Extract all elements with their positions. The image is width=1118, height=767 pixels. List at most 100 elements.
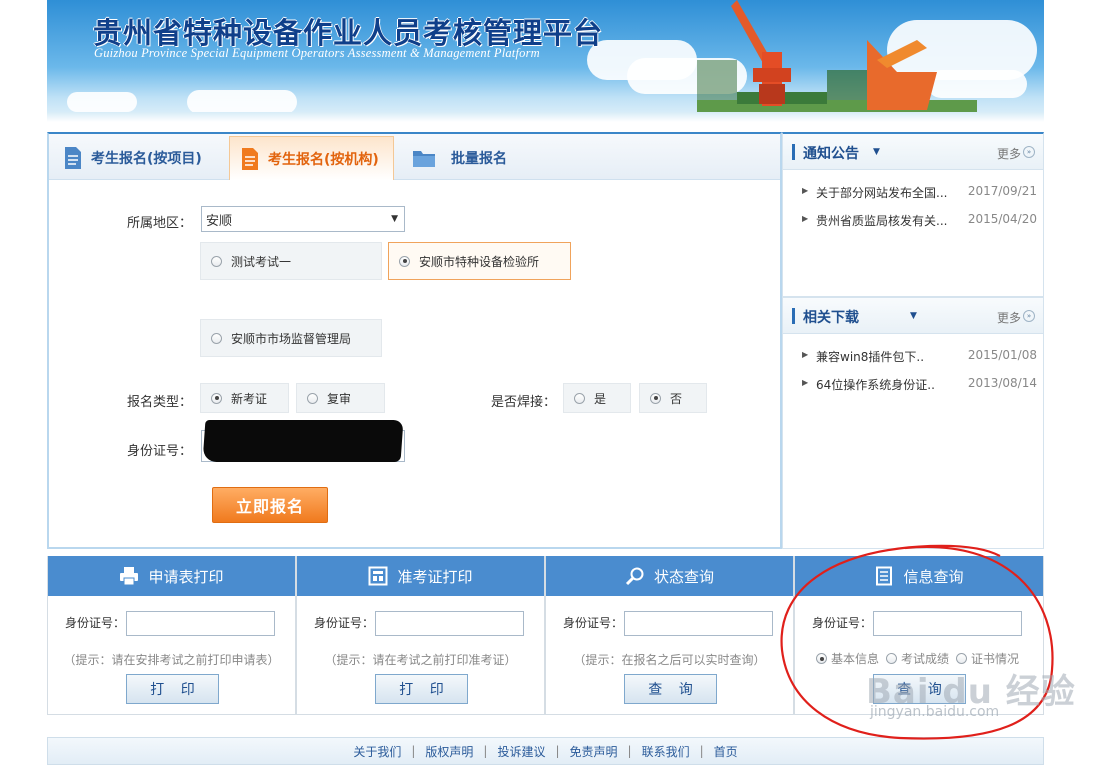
institution-label: 测试考试一 xyxy=(231,254,292,269)
footer-link-disclaimer[interactable]: 免责声明 xyxy=(570,743,618,760)
region-label: 所属地区： xyxy=(127,216,193,231)
radio-button[interactable] xyxy=(211,332,222,344)
radio-button[interactable] xyxy=(956,653,967,664)
download-title[interactable]: 64位操作系统身份证.. xyxy=(816,376,935,393)
tab-label: 批量报名 xyxy=(451,151,507,167)
redaction-scribble xyxy=(202,420,404,462)
list-icon xyxy=(876,566,893,586)
radio-button-checked[interactable] xyxy=(211,392,222,404)
hint-text: （提示：在报名之后可以实时查询） xyxy=(573,653,766,667)
notices-panel: 通知公告 ▼ 更多 » ▶ 关于部分网站发布全国... 2017/09/21 ▶… xyxy=(782,132,1044,297)
type-option-review[interactable]: 复审 xyxy=(296,383,385,413)
hint-text: （提示：请在安排考试之前打印申请表） xyxy=(63,653,280,667)
footer-link-complaints[interactable]: 投诉建议 xyxy=(497,743,545,760)
status-query-button[interactable]: 查 询 xyxy=(624,674,717,704)
header-accent xyxy=(792,144,795,160)
radio-button-checked[interactable] xyxy=(816,653,827,664)
institution-option[interactable]: 安顺市市场监督管理局 xyxy=(200,319,382,357)
institution-label: 安顺市特种设备检验所 xyxy=(419,254,540,269)
id-label: 身份证号： xyxy=(314,616,375,630)
radio-button[interactable] xyxy=(886,653,897,664)
chevron-down-icon: ▼ xyxy=(391,214,398,224)
tab-batch-register[interactable]: 批量报名 xyxy=(411,136,571,180)
box-title: 准考证打印 xyxy=(397,567,473,586)
cloud-decoration xyxy=(187,90,297,114)
radio-button[interactable] xyxy=(574,392,585,404)
notice-date: 2015/04/20 xyxy=(967,212,1037,226)
weld-label: 否 xyxy=(670,391,683,406)
downloads-more-link[interactable]: 更多 xyxy=(997,309,1021,326)
folder-icon xyxy=(413,151,435,167)
tab-register-by-project[interactable]: 考生报名(按项目) xyxy=(63,136,223,180)
footer-link-home[interactable]: 首页 xyxy=(714,743,738,760)
download-date: 2013/08/14 xyxy=(967,376,1037,390)
notices-title[interactable]: 通知公告 xyxy=(803,143,859,163)
id-input[interactable] xyxy=(126,611,275,636)
baidu-watermark-url: jingyan.baidu.com xyxy=(870,704,1000,720)
hint-text: （提示：请在考试之前打印准考证） xyxy=(324,653,517,667)
divider: | xyxy=(699,744,704,758)
double-chevron-right-icon[interactable]: » xyxy=(1023,146,1035,158)
header-banner: 贵州省特种设备作业人员考核管理平台 Guizhou Province Speci… xyxy=(47,0,1044,122)
radio-button[interactable] xyxy=(211,255,222,267)
box-header: 信息查询 xyxy=(795,556,1043,596)
radio-button-checked[interactable] xyxy=(399,255,410,267)
footer-link-contact[interactable]: 联系我们 xyxy=(642,743,690,760)
notice-item[interactable]: ▶ 贵州省质监局核发有关... 2015/04/20 xyxy=(783,206,1043,234)
bullet-arrow-icon: ▶ xyxy=(802,214,809,223)
box-header: 准考证打印 xyxy=(297,556,544,596)
status-query-box: 状态查询 身份证号： （提示：在报名之后可以实时查询） 查 询 xyxy=(545,556,794,715)
download-date: 2015/01/08 xyxy=(967,348,1037,362)
cloud-decoration xyxy=(67,92,137,112)
weld-option-yes[interactable]: 是 xyxy=(563,383,631,413)
notices-more-link[interactable]: 更多 xyxy=(997,145,1021,162)
radio-button-checked[interactable] xyxy=(650,392,661,404)
box-header: 申请表打印 xyxy=(48,556,295,596)
radio-button[interactable] xyxy=(307,392,318,404)
downloads-panel: 相关下载 ▼ 更多 » ▶ 兼容win8插件包下.. 2015/01/08 ▶ … xyxy=(782,297,1044,549)
download-item[interactable]: ▶ 兼容win8插件包下.. 2015/01/08 xyxy=(783,342,1043,370)
id-number-label: 身份证号： xyxy=(127,444,193,459)
banner-bottom-edge xyxy=(47,112,1044,122)
download-title[interactable]: 兼容win8插件包下.. xyxy=(816,348,924,365)
admission-ticket-print-box: 准考证打印 身份证号： （提示：请在考试之前打印准考证） 打 印 xyxy=(296,556,545,715)
footer-links: 关于我们 | 版权声明 | 投诉建议 | 免责声明 | 联系我们 | 首页 xyxy=(47,737,1044,765)
bullet-arrow-icon: ▶ xyxy=(802,186,809,195)
tab-label: 考生报名(按项目) xyxy=(91,151,202,167)
caret-down-icon[interactable]: ▼ xyxy=(873,147,880,157)
institution-option-selected[interactable]: 安顺市特种设备检验所 xyxy=(388,242,571,280)
tab-register-by-institution[interactable]: 考生报名(按机构) xyxy=(229,136,394,180)
divider: | xyxy=(555,744,560,758)
notice-title[interactable]: 贵州省质监局核发有关... xyxy=(816,212,947,229)
box-title: 申请表打印 xyxy=(148,567,224,586)
box-title: 状态查询 xyxy=(653,567,714,586)
downloads-title[interactable]: 相关下载 xyxy=(803,307,859,327)
double-chevron-right-icon[interactable]: » xyxy=(1023,310,1035,322)
id-input[interactable] xyxy=(624,611,773,636)
footer-link-copyright[interactable]: 版权声明 xyxy=(425,743,473,760)
print-application-button[interactable]: 打 印 xyxy=(126,674,219,704)
weld-option-no[interactable]: 否 xyxy=(639,383,707,413)
caret-down-icon[interactable]: ▼ xyxy=(910,311,917,321)
registration-panel: 考生报名(按项目) 考生报名(按机构) 批量报名 所属地区： 安顺 ▼ 测试考试… xyxy=(47,132,782,549)
application-print-box: 申请表打印 身份证号： （提示：请在安排考试之前打印申请表） 打 印 xyxy=(47,556,296,715)
box-header: 状态查询 xyxy=(546,556,793,596)
type-option-new[interactable]: 新考证 xyxy=(200,383,289,413)
id-input[interactable] xyxy=(873,611,1022,636)
institution-option[interactable]: 测试考试一 xyxy=(200,242,382,280)
document-icon xyxy=(65,147,81,169)
box-title: 信息查询 xyxy=(903,567,964,586)
print-ticket-button[interactable]: 打 印 xyxy=(375,674,468,704)
notice-date: 2017/09/21 xyxy=(967,184,1037,198)
crane-illustration xyxy=(697,0,977,122)
footer-link-about[interactable]: 关于我们 xyxy=(353,743,401,760)
search-icon xyxy=(625,567,644,586)
region-value: 安顺 xyxy=(206,213,233,229)
region-select[interactable]: 安顺 ▼ xyxy=(201,206,405,232)
download-item[interactable]: ▶ 64位操作系统身份证.. 2013/08/14 xyxy=(783,370,1043,398)
id-label: 身份证号： xyxy=(563,616,624,630)
notice-title[interactable]: 关于部分网站发布全国... xyxy=(816,184,947,201)
id-input[interactable] xyxy=(375,611,524,636)
register-now-button[interactable]: 立即报名 xyxy=(212,487,328,523)
notice-item[interactable]: ▶ 关于部分网站发布全国... 2017/09/21 xyxy=(783,178,1043,206)
